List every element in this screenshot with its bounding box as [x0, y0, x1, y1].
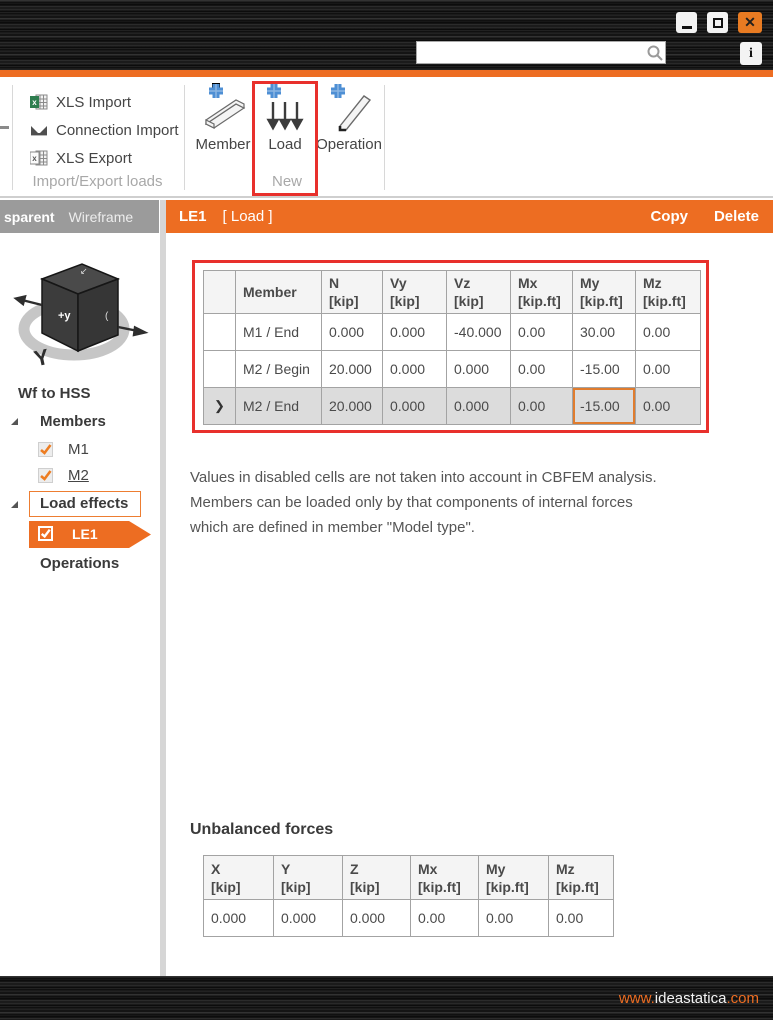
check-icon — [40, 444, 52, 455]
check-icon — [40, 470, 52, 481]
tree-node-load-effects[interactable]: Load effects — [40, 495, 128, 512]
search-box[interactable] — [416, 41, 666, 64]
app-window: ✕ i x XLS Import Connection Import x XLS… — [0, 0, 773, 1020]
cell-x: 0.000 — [203, 899, 274, 937]
column-header-my: My [kip.ft] — [478, 855, 549, 900]
unbalanced-forces-table: X [kip] Y [kip] Z [kip] Mx [kip.ft] My [kip.f… — [203, 855, 614, 937]
detail-header: LE1 [ Load ] Copy Delete — [166, 200, 773, 233]
load-effect-type: [ Load ] — [222, 208, 273, 225]
cell-my: 0.00 — [478, 899, 549, 937]
xls-export-label: XLS Export — [56, 149, 132, 167]
view-mode-tabs: sparent Wireframe — [0, 200, 159, 233]
sidebar: +y ↙ ( Y Wf to HSS Members M1 M2 Load ef… — [0, 233, 160, 976]
detail-panel: Member N [kip] Vy [kip] Vz [kip] Mx [kip.ft]… — [166, 233, 773, 976]
search-input[interactable] — [417, 42, 645, 63]
tree-item-le1[interactable]: LE1 — [72, 526, 98, 542]
cbfem-note: Values in disabled cells are not taken i… — [190, 469, 657, 536]
column-header-z: Z [kip] — [342, 855, 411, 900]
expander-icon[interactable] — [10, 500, 19, 509]
url-suffix: .com — [726, 989, 759, 1007]
project-title: Wf to HSS — [18, 385, 91, 402]
checkbox-m2[interactable] — [38, 468, 53, 483]
connection-import-label: Connection Import — [56, 121, 179, 139]
xls-import-label: XLS Import — [56, 93, 132, 111]
group-separator — [384, 85, 385, 190]
member-icon — [198, 82, 248, 134]
maximize-button[interactable] — [707, 12, 728, 33]
check-icon — [40, 528, 51, 539]
xls-export-button[interactable]: x XLS Export — [30, 147, 132, 169]
checkbox-m1[interactable] — [38, 442, 53, 457]
ribbon: x XLS Import Connection Import x XLS Exp… — [0, 77, 773, 198]
minimize-icon — [681, 25, 692, 29]
xls-import-icon: x — [30, 94, 48, 110]
unbalanced-values-row: 0.000 0.000 0.000 0.00 0.00 0.00 — [203, 899, 614, 937]
load-button-highlight — [252, 81, 318, 196]
tab-transparent[interactable]: sparent — [4, 209, 55, 225]
tab-wireframe[interactable]: Wireframe — [69, 209, 134, 225]
column-header-y: Y [kip] — [273, 855, 343, 900]
svg-text:x: x — [32, 98, 37, 107]
xls-import-button[interactable]: x XLS Import — [30, 91, 131, 113]
load-table-highlight — [192, 260, 709, 433]
group-separator — [184, 85, 185, 190]
tree-node-members[interactable]: Members — [40, 413, 106, 430]
expander-icon[interactable] — [10, 417, 19, 426]
cube-face-label: +y — [58, 310, 71, 322]
column-header-x: X [kip] — [203, 855, 274, 900]
website-link[interactable]: www.ideastatica.com — [619, 990, 759, 1007]
column-header-mx: Mx [kip.ft] — [410, 855, 479, 900]
checkbox-le1[interactable] — [38, 526, 53, 541]
new-member-label: Member — [195, 136, 251, 153]
tree-item-m2[interactable]: M2 — [68, 467, 89, 484]
close-button[interactable]: ✕ — [738, 12, 762, 33]
new-operation-label: Operation — [316, 136, 382, 153]
url-domain: ideastatica — [654, 989, 727, 1007]
copy-button[interactable]: Copy — [650, 208, 688, 225]
accent-stripe — [0, 70, 773, 77]
xls-export-icon: x — [30, 150, 48, 166]
operation-icon — [324, 82, 374, 134]
tree-node-operations[interactable]: Operations — [40, 555, 119, 572]
svg-text:↙: ↙ — [80, 266, 88, 276]
status-bar: www.ideastatica.com — [0, 976, 773, 1020]
connection-import-button[interactable]: Connection Import — [30, 119, 179, 141]
group-label-import-export: Import/Export loads — [32, 173, 163, 190]
info-button[interactable]: i — [740, 42, 762, 65]
group-separator — [12, 85, 13, 190]
title-bar: ✕ i — [0, 0, 773, 70]
minimize-button[interactable] — [676, 12, 697, 33]
delete-button[interactable]: Delete — [714, 208, 759, 225]
cell-mz: 0.00 — [548, 899, 614, 937]
unbalanced-forces-title: Unbalanced forces — [190, 821, 334, 838]
tree-item-m1[interactable]: M1 — [68, 441, 89, 458]
cell-mx: 0.00 — [410, 899, 479, 937]
url-prefix: www. — [618, 989, 655, 1007]
maximize-icon — [712, 17, 723, 28]
cell-y: 0.000 — [273, 899, 343, 937]
truncated-ribbon-item — [0, 126, 9, 129]
cell-z: 0.000 — [342, 899, 411, 937]
load-effect-id: LE1 — [179, 208, 207, 225]
connection-import-icon — [31, 126, 47, 136]
unbalanced-table-header: X [kip] Y [kip] Z [kip] Mx [kip.ft] My [kip.f… — [203, 855, 614, 900]
search-icon — [647, 45, 663, 61]
navigation-cube-icon[interactable]: +y ↙ ( Y — [6, 243, 152, 385]
column-header-mz: Mz [kip.ft] — [548, 855, 614, 900]
svg-text:x: x — [32, 154, 37, 163]
